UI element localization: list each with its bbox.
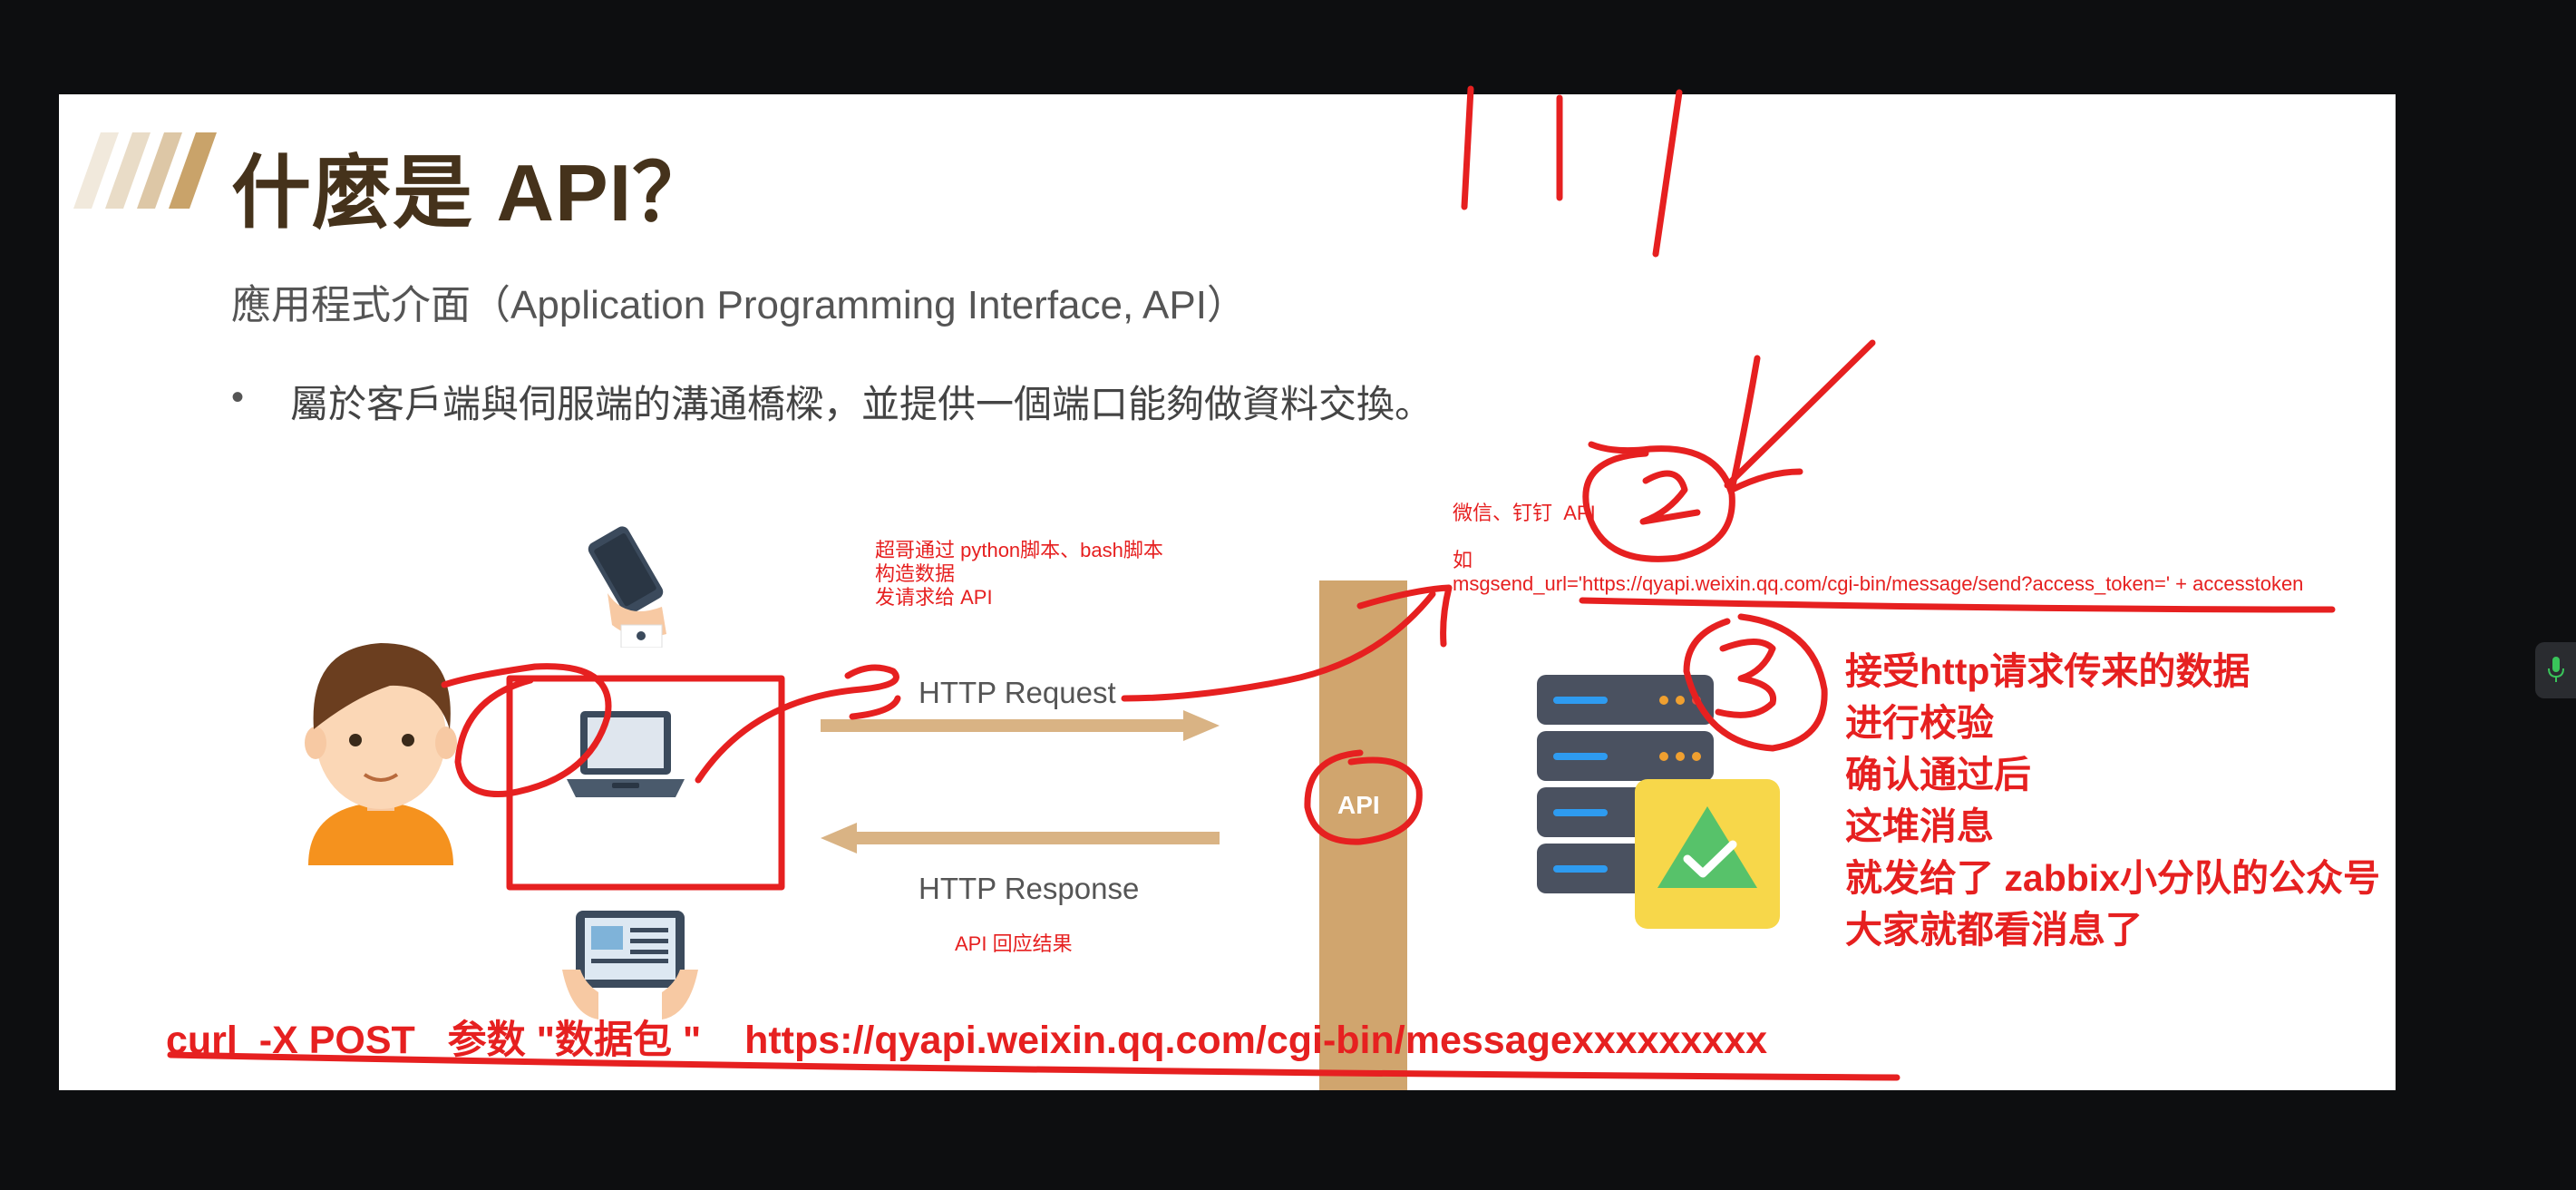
wechat-url: msgsend_url='https://qyapi.weixin.qq.com… (1453, 572, 2304, 595)
bullet-symbol: • (231, 377, 245, 417)
wechat-note: 微信、钉钉 API 如 msgsend_url='https://qyapi.w… (1453, 502, 2303, 596)
microphone-icon (2548, 657, 2564, 682)
check-badge-icon (1635, 779, 1780, 929)
api-label: API (1337, 791, 1380, 819)
step-item: 进行校验 (1845, 702, 1994, 744)
step-item: 大家就都看消息了 (1845, 909, 2143, 951)
title-stripes-decoration (73, 132, 217, 209)
curl-command: curl -X POST 参数 "数据包 " https://qyapi.wei… (166, 1019, 1768, 1062)
person-icon (305, 643, 457, 865)
laptop-icon (567, 711, 685, 797)
response-arrow (821, 823, 1220, 853)
bullet-text: 屬於客戶端與伺服端的溝通橋樑，並提供一個端口能夠做資料交換。 (290, 383, 1434, 425)
steps-list: 接受http请求传来的数据 进行校验 确认通过后 这堆消息 就发给了 zabbi… (1845, 646, 2380, 956)
wechat-line1: 微信、钉钉 API (1453, 502, 1596, 524)
script-note: 超哥通过 python脚本、bash脚本 构造数据 发请求给 API (875, 539, 1163, 609)
step-item: 接受http请求传来的数据 (1845, 650, 2250, 692)
step-item: 这堆消息 (1845, 805, 1994, 847)
slide: 什麼是 API？ 應用程式介面（Application Programming … (59, 94, 2396, 1090)
step-item: 确认通过后 (1845, 754, 2031, 795)
response-note: API 回应结果 (955, 932, 1073, 955)
request-arrow (821, 710, 1220, 741)
slide-title: 什麼是 API？ (231, 148, 714, 238)
http-request-label: HTTP Request (919, 676, 1116, 709)
microphone-button[interactable] (2535, 642, 2576, 698)
step-item: 就发给了 zabbix小分队的公众号 (1845, 857, 2380, 899)
tablet-icon (562, 911, 698, 1019)
wechat-line2: 如 (1453, 549, 1473, 571)
http-response-label: HTTP Response (919, 872, 1140, 905)
phone-icon (588, 526, 666, 648)
slide-subtitle: 應用程式介面（Application Programming Interface… (231, 283, 1247, 327)
